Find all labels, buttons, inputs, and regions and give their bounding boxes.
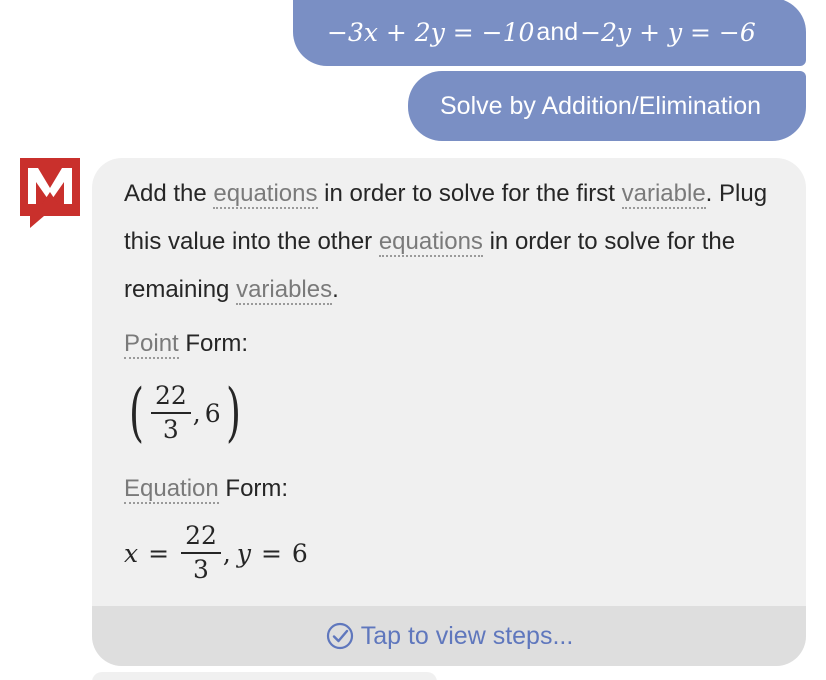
point-form-result: ( 22 3 , 6 ) — [124, 372, 246, 454]
x-variable: x — [124, 538, 139, 568]
fraction-numerator: 22 — [154, 381, 187, 410]
view-steps-label: Tap to view steps... — [360, 621, 574, 650]
separator: , — [192, 398, 201, 428]
intro-part: . — [332, 276, 339, 303]
check-circle-icon — [326, 622, 353, 650]
term-equations-link-2[interactable]: equations — [378, 228, 483, 257]
equals-sign-2: = — [260, 538, 282, 568]
intro-part: in order to solve for the first — [317, 180, 622, 207]
equation-form-label-text: Form: — [218, 475, 289, 502]
mathway-logo-icon — [20, 158, 80, 228]
chat-page: −3x + 2y = −10 and −2y + y = −6 Solve by… — [0, 0, 826, 680]
fraction-denominator: 3 — [162, 415, 179, 444]
answer-explanation: Add the equations in order to solve for … — [124, 158, 776, 314]
fraction-numerator: 22 — [185, 521, 217, 550]
point-form-label-text: Form: — [178, 330, 249, 357]
equation-form-label: Equation Form: — [124, 475, 289, 504]
solve-method-label: Solve by Addition/Elimination — [440, 91, 762, 120]
separator: , — [222, 538, 231, 568]
y-variable: y — [236, 538, 251, 568]
equation-connector: and — [536, 17, 579, 46]
point-form-label: Point Form: — [124, 330, 249, 359]
fraction: 22 3 — [150, 380, 191, 446]
equation-2: −2y + y = −6 — [580, 17, 756, 47]
y-value: 6 — [291, 538, 308, 568]
next-message-bubble — [92, 672, 437, 680]
equals-sign: = — [148, 538, 170, 568]
fraction-denominator: 3 — [193, 555, 209, 584]
user-message-equation: −3x + 2y = −10 and −2y + y = −6 — [293, 0, 806, 66]
term-variables-link[interactable]: variables — [236, 276, 333, 305]
intro-text: Add the equations in order to solve for … — [124, 158, 776, 314]
close-paren: ) — [225, 376, 241, 450]
equation-1: −3x + 2y = −10 — [327, 17, 535, 47]
view-steps-button[interactable]: Tap to view steps... — [92, 606, 806, 666]
fraction: 22 3 — [181, 520, 221, 586]
term-equation-link[interactable]: Equation — [124, 475, 219, 504]
equation-form-result: x = 22 3 , y = 6 — [124, 515, 308, 591]
y-value: 6 — [204, 398, 221, 428]
open-paren: ( — [128, 376, 144, 450]
user-message-solve-method: Solve by Addition/Elimination — [408, 71, 806, 141]
intro-part: Add the — [124, 180, 214, 207]
answer-card: Add the equations in order to solve for … — [92, 158, 806, 666]
term-variable-link[interactable]: variable — [621, 180, 706, 209]
term-point-link[interactable]: Point — [124, 330, 179, 359]
term-equations-link[interactable]: equations — [213, 180, 318, 209]
